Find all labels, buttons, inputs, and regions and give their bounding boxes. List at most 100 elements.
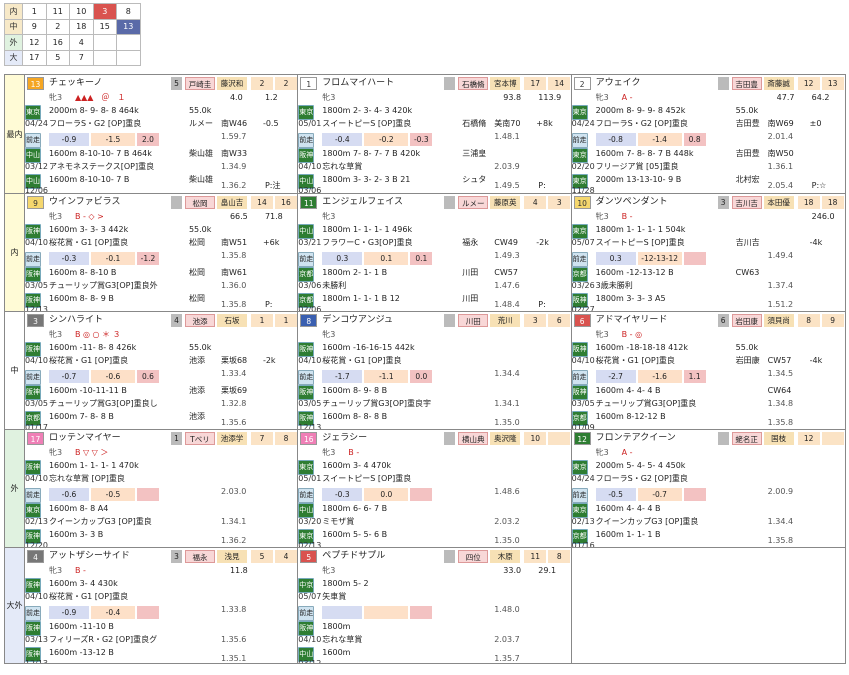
horse-card[interactable]: 6 アドマイヤリード 6 岩田康 須貝尚 8 9 牝3 B - ◎ 阪神 1600m -18-18…	[571, 312, 845, 429]
jockey-1: 岩田康	[735, 356, 760, 365]
horse-card[interactable]: 4 アットザシーサイド 3 福永 浅見 5 4 牝3 B - 11.8 阪神 1600m 3- 4 …	[24, 548, 299, 663]
horse-name[interactable]: ダンツペンダント	[596, 196, 668, 208]
horse-card[interactable]: 9 ウインファビラス 松岡 畠山吉 14 16 牝3 B - ◇ >66.5 71.8 阪神 160…	[24, 194, 299, 311]
horse-card[interactable]: 17 ロッテンマイヤー 1 Tベリ 池添学 7 8 牝3 B ▽ ▽ ＞阪神 1600m 1- 1…	[24, 430, 299, 547]
horse-card[interactable]: 10 ダンツペンダント 3 吉川吉 本田優 18 18 牝3 B - 246.0 東京 1800m …	[571, 194, 845, 311]
summary-cell: 5	[45, 49, 70, 66]
horse-card[interactable]: 16 ジェラシー 横山典 奥沢隆 10 牝3 B - 東京 1600m 3- 4 470k 05…	[298, 430, 572, 547]
horse-card[interactable]: 1 フロムマイハート 石橋脩 宮本博 17 14 牝3 93.8 113.9 東京 1800m 2-…	[298, 75, 572, 193]
diff-1: -2k	[536, 238, 549, 247]
prev-label: 前走	[298, 252, 315, 267]
horse-name[interactable]: デンコウアンジュ	[322, 314, 393, 326]
race-date-2: 04/10	[298, 635, 322, 644]
horse-name[interactable]: アットザシーサイド	[49, 550, 130, 562]
trainer-name: 奥沢隆	[490, 432, 521, 445]
jockey-2: 松岡	[188, 268, 205, 277]
odds-rank-1: 17	[524, 77, 547, 90]
race-detail-1: 1600m 3- 3- 3 442k	[48, 225, 129, 234]
horse-name[interactable]: チェッキーノ	[49, 77, 102, 89]
race-name-2: 未勝利	[322, 281, 347, 290]
horse-card[interactable]: 13 チェッキーノ 5 戸崎圭 藤沢和 2 2 牝3 ▲▲▲ ＠ １ 4.0 1.2 東京 2000m …	[24, 75, 299, 193]
summary-cell: 9	[22, 18, 47, 35]
note: P:☆	[811, 181, 827, 190]
race-name-2: フリージア賞 [05]重良	[595, 162, 679, 171]
delta-c: 1.1	[683, 370, 706, 383]
horse-name[interactable]: アドマイヤリード	[596, 314, 668, 326]
group-label: 内	[5, 194, 25, 311]
gate-badge	[170, 196, 182, 209]
odds-rank-2: 18	[821, 196, 844, 209]
finish-2: 2.03.7	[494, 635, 520, 644]
race-date-2: 02/20	[571, 162, 595, 171]
race-name-2: クイーンカップG3 [OP]重良	[48, 517, 152, 526]
prev-label: 前走	[571, 252, 588, 267]
horse-card[interactable]: 2 アウェイク 吉田豊 斎藤誠 12 13 牝3 A - 47.7 64.2 東京 2000m 8-…	[571, 75, 845, 193]
race-name-2: ミモザ賞	[322, 517, 355, 526]
race-date-2: 03/06	[298, 281, 322, 290]
finish-3: 1.35.6	[220, 418, 247, 427]
delta-b: -0.2	[364, 133, 409, 146]
horse-name[interactable]: アウェイク	[596, 77, 641, 89]
race-name-2: チューリップ賞G3[OP]重良外	[48, 281, 158, 290]
delta-a: -0.9	[48, 606, 89, 619]
horse-name[interactable]: ジェラシー	[322, 432, 367, 444]
delta-a: -0.9	[48, 133, 89, 146]
race-date-1: 04/24	[24, 119, 49, 128]
odds-rank-2: 2	[274, 77, 297, 90]
race-date-3: 01/09	[571, 423, 595, 429]
race-detail-1: 2000m 8- 9- 9- 8 452k	[595, 106, 686, 115]
horse-card[interactable]: 11 エンジェルフェイス ルメー 藤原英 4 3 牝3 中山 1800m 1- 1- 1- 1 …	[298, 194, 572, 311]
horse-card[interactable]	[571, 548, 845, 663]
race-detail-2: 1800m 7- 8- 7- 7 B 420k	[322, 149, 421, 158]
trainer-name: 浅見	[216, 550, 247, 563]
horse-card[interactable]: 12 フロンテアクイーン 蛯名正 国枝 12 牝3 A - 東京 2000m 5- 4- 5-…	[571, 430, 845, 547]
weight: 55.0k	[735, 106, 759, 115]
odds-value-2: 71.8	[264, 212, 283, 221]
race-name-1: フローラS・G2 [OP]重良	[48, 119, 142, 128]
summary-cell: 4	[69, 34, 94, 51]
prev-label: 前走	[298, 488, 315, 503]
race-name-2: チューリップ賞G3[OP]重良宇	[322, 399, 431, 408]
horse-name[interactable]: ペプチドサプル	[322, 550, 385, 562]
jockey-3: 北村宏	[735, 175, 760, 184]
race-detail-2: 1800m	[322, 622, 351, 631]
odds-value: 66.5	[229, 212, 248, 221]
horse-name[interactable]: エンジェルフェイス	[322, 196, 403, 208]
delta-c: 2.0	[136, 133, 159, 146]
finish-3: 1.35.7	[494, 654, 520, 663]
race-detail-2: 1600m 7- 8- 8- 7 B 448k	[595, 149, 694, 158]
race-name-2: チューリップ賞G3[OP]重良し	[48, 399, 158, 408]
delta-b: -1.5	[90, 133, 135, 146]
race-date-1: 04/10	[571, 356, 595, 365]
horse-card[interactable]: 8 デンコウアンジュ 川田 荒川 3 6 牝3 阪神 1600m -16-16-15 442k 0…	[298, 312, 572, 429]
summary-row-label: 大	[4, 49, 23, 66]
race-detail-1: 1600m 3- 4 430k	[48, 579, 118, 588]
delta-a: -0.8	[595, 133, 636, 146]
delta-c	[410, 606, 433, 619]
horse-number-badge: 2	[573, 77, 591, 90]
odds-rank-1: 1	[250, 314, 273, 327]
prev-label: 前走	[571, 488, 588, 503]
horse-name[interactable]: ウインファビラス	[49, 196, 121, 208]
delta-c: 0.6	[136, 370, 159, 383]
race-name-1: 桜花賞・G1 [OP]重良	[48, 592, 129, 601]
race-date-3: 03/12	[298, 658, 321, 663]
weight: 55.0k	[735, 343, 759, 352]
gate-badge: 3	[717, 196, 729, 209]
horse-name[interactable]: ロッテンマイヤー	[49, 432, 121, 444]
trainer-name: 須貝尚	[763, 314, 794, 327]
horse-name[interactable]: フロンテアクイーン	[596, 432, 676, 444]
horse-number-badge: 9	[26, 196, 44, 209]
weight: 55.0k	[188, 343, 212, 352]
horse-name[interactable]: フロムマイハート	[322, 77, 394, 89]
delta-c	[683, 252, 706, 265]
summary-cell	[116, 34, 141, 51]
delta-c: 0.8	[683, 133, 706, 146]
jockey-name: 川田	[458, 314, 489, 327]
horse-card[interactable]: 3 シンハライト 4 池添 石坂 1 1 牝3 B ◎ ○ ＊ ３ 阪神 1600m -11- 8-…	[24, 312, 299, 429]
post-group: 外 17 ロッテンマイヤー 1 Tベリ 池添学 7 8 牝3 B ▽ ▽ ＞阪神 1600m 1- …	[5, 429, 845, 547]
horse-name[interactable]: シンハライト	[49, 314, 103, 326]
jockey-1: 松岡	[188, 238, 205, 247]
race-name-1: 桜花賞・G1 [OP]重良	[48, 238, 129, 247]
horse-card[interactable]: 5 ペプチドサプル 四位 木原 11 8 牝3 33.0 29.1 中京 1800m 5- 2 05/…	[298, 548, 572, 663]
